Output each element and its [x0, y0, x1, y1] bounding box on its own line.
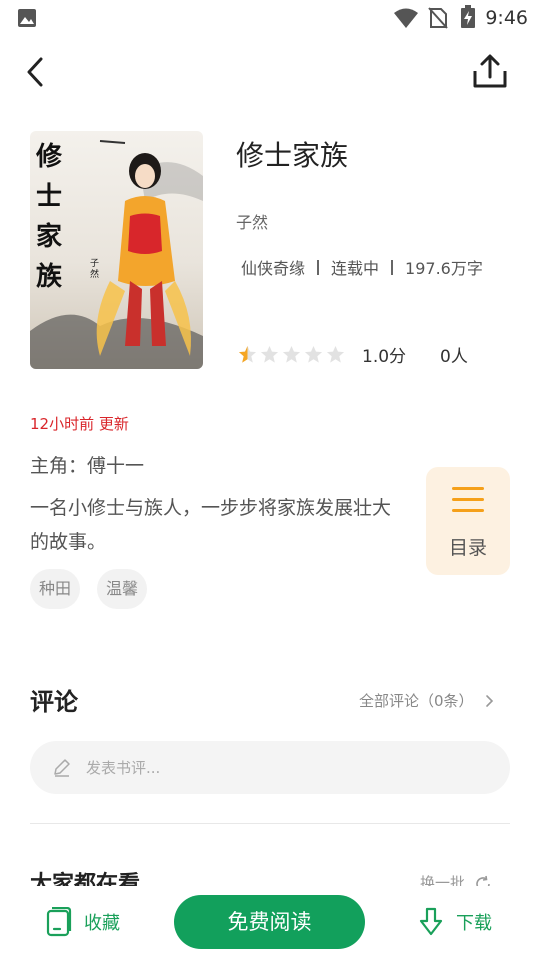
- wifi-icon: [394, 8, 418, 28]
- star-half-icon: [238, 345, 257, 363]
- toc-button[interactable]: 目录: [426, 467, 510, 575]
- back-button[interactable]: [22, 54, 52, 90]
- collect-button[interactable]: 收藏: [46, 907, 120, 937]
- collect-label: 收藏: [84, 913, 120, 934]
- rating-score: 1.0分: [362, 347, 407, 367]
- book-meta: 仙侠奇缘 连载中 197.6万字: [241, 255, 483, 279]
- cover-title-text: 修士家族: [36, 142, 63, 292]
- tag-chip[interactable]: 温馨: [97, 569, 148, 609]
- chevron-left-icon: [27, 57, 43, 87]
- update-time: 12小时前 更新: [30, 415, 129, 433]
- protagonist: 主角：傅十一: [30, 455, 145, 477]
- cover-author-text: 子然: [90, 259, 100, 280]
- free-read-button[interactable]: 免费阅读: [174, 895, 365, 949]
- tag-chip[interactable]: 种田: [30, 569, 81, 609]
- book-word-count: 197.6万字: [405, 259, 483, 278]
- status-bar: 9:46: [0, 0, 540, 36]
- book-author[interactable]: 子然: [236, 209, 268, 233]
- menu-icon: [452, 487, 484, 512]
- star-empty-icon: [304, 345, 323, 363]
- synopsis: 一名小修士与族人，一步步将家族发展壮大的故事。: [30, 497, 392, 553]
- star-empty-icon: [260, 345, 279, 363]
- status-time: 9:46: [485, 7, 528, 29]
- comment-placeholder: 发表书评...: [86, 759, 161, 777]
- no-sim-icon: [428, 7, 448, 29]
- download-button[interactable]: 下载: [418, 907, 492, 937]
- share-icon: [473, 54, 507, 88]
- book-status: 连载中: [331, 259, 380, 278]
- rating-row: 1.0分 0人: [238, 342, 468, 367]
- section-divider: [30, 823, 510, 824]
- pencil-icon: [54, 759, 70, 777]
- book-title: 修士家族: [236, 139, 349, 172]
- chevron-right-icon: [485, 694, 493, 707]
- download-icon: [419, 907, 443, 936]
- meta-divider: [317, 259, 320, 275]
- share-button[interactable]: [470, 52, 510, 92]
- download-label: 下载: [456, 913, 492, 934]
- all-comments-link[interactable]: 全部评论（0条）: [359, 690, 498, 711]
- meta-divider: [391, 259, 394, 275]
- star-empty-icon: [282, 345, 301, 363]
- all-comments-label: 全部评论（0条）: [359, 692, 474, 710]
- rating-count: 0人: [440, 347, 468, 367]
- battery-icon: [461, 5, 475, 28]
- toc-label: 目录: [448, 537, 487, 559]
- comments-title: 评论: [30, 688, 78, 716]
- gallery-icon: [18, 9, 36, 27]
- book-cover[interactable]: 修士家族 子然: [30, 131, 203, 369]
- comment-input[interactable]: 发表书评...: [30, 741, 510, 794]
- book-genre: 仙侠奇缘: [241, 259, 306, 278]
- star-empty-icon: [326, 345, 345, 363]
- bookshelf-icon: [46, 907, 72, 937]
